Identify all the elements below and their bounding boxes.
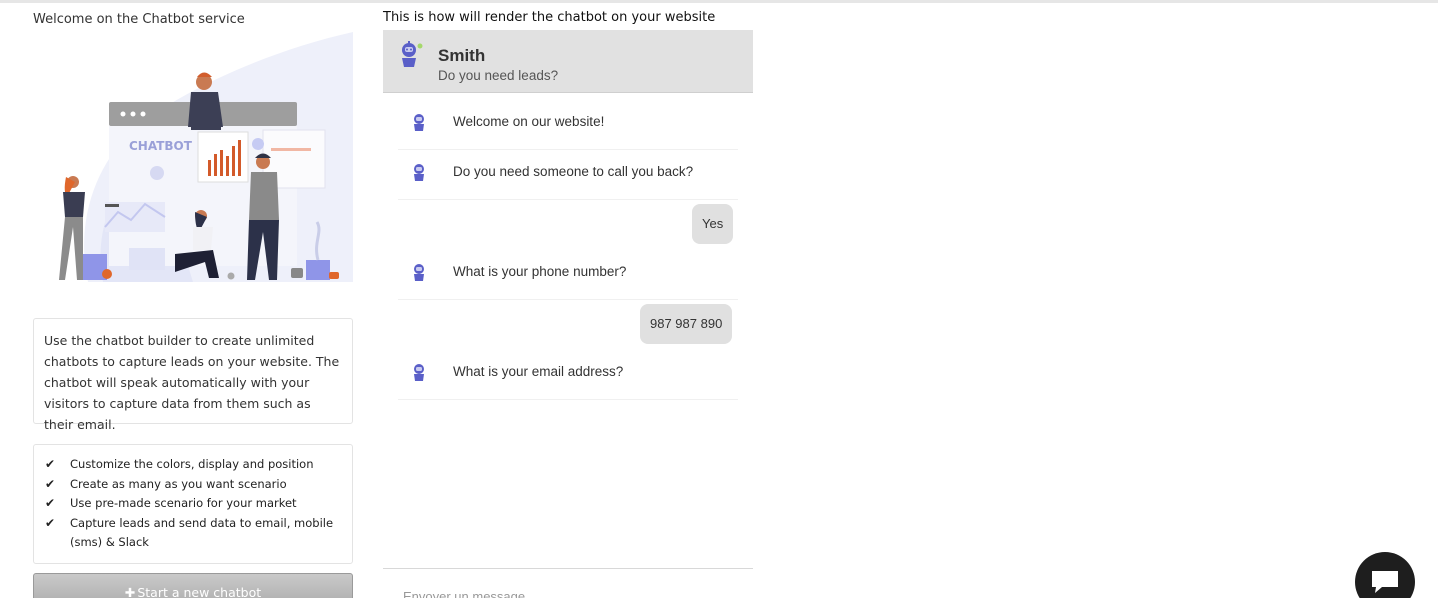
robot-icon: [410, 162, 428, 187]
feature-item: ✔ Capture leads and send data to email, m…: [45, 515, 334, 550]
robot-icon: [396, 39, 426, 74]
illustration-label: CHATBOT: [129, 139, 193, 153]
description-box: Use the chatbot builder to create unlimi…: [33, 318, 353, 432]
bot-message: Welcome on our website!: [398, 100, 738, 150]
preview-title: This is how will render the chatbot on y…: [383, 10, 716, 25]
bot-message-text: Do you need someone to call you back?: [453, 164, 694, 179]
chat-header: Smith Do you need leads?: [383, 30, 753, 93]
robot-icon: [410, 112, 428, 137]
chatbot-illustration: CHATBOT: [33, 32, 353, 282]
check-icon: ✔: [45, 457, 56, 471]
chat-bubble-icon: [1372, 571, 1398, 593]
user-reply: 987 987 890: [640, 304, 733, 344]
bot-message-text: What is your email address?: [453, 364, 624, 379]
bot-message: What is your email address?: [398, 350, 738, 400]
chat-preview: Smith Do you need leads? Welcome on our …: [383, 30, 753, 598]
feature-item: ✔ Customize the colors, display and posit…: [44, 455, 342, 475]
message-input[interactable]: Envoyer un message: [403, 589, 525, 598]
robot-icon: [410, 262, 428, 287]
chat-footer: Envoyer un message: [383, 568, 753, 598]
check-icon: ✔: [45, 515, 56, 530]
features-list: ✔ Customize the colors, display and posit…: [33, 444, 353, 564]
start-new-chatbot-button[interactable]: ✚ Start a new chatbot: [33, 573, 353, 598]
chat-open-button[interactable]: [1355, 552, 1415, 598]
bot-message-text: What is your phone number?: [453, 264, 627, 279]
feature-item: ✔ Use pre-made scenario for your market: [44, 494, 342, 514]
welcome-heading: Welcome on the Chatbot service: [33, 12, 245, 27]
bot-message: Do you need someone to call you back?: [398, 150, 738, 200]
bot-message: What is your phone number?: [398, 250, 738, 300]
plus-icon: ✚: [124, 585, 136, 598]
feature-item: ✔ Create as many as you want scenario: [44, 475, 342, 495]
bot-name: Smith: [438, 46, 486, 65]
robot-icon: [410, 362, 428, 387]
bot-subtitle: Do you need leads?: [438, 68, 559, 83]
user-reply: Yes: [692, 204, 734, 244]
check-icon: ✔: [45, 496, 56, 510]
bot-message-text: Welcome on our website!: [453, 114, 605, 129]
check-icon: ✔: [45, 476, 56, 491]
top-divider: [0, 0, 1438, 3]
